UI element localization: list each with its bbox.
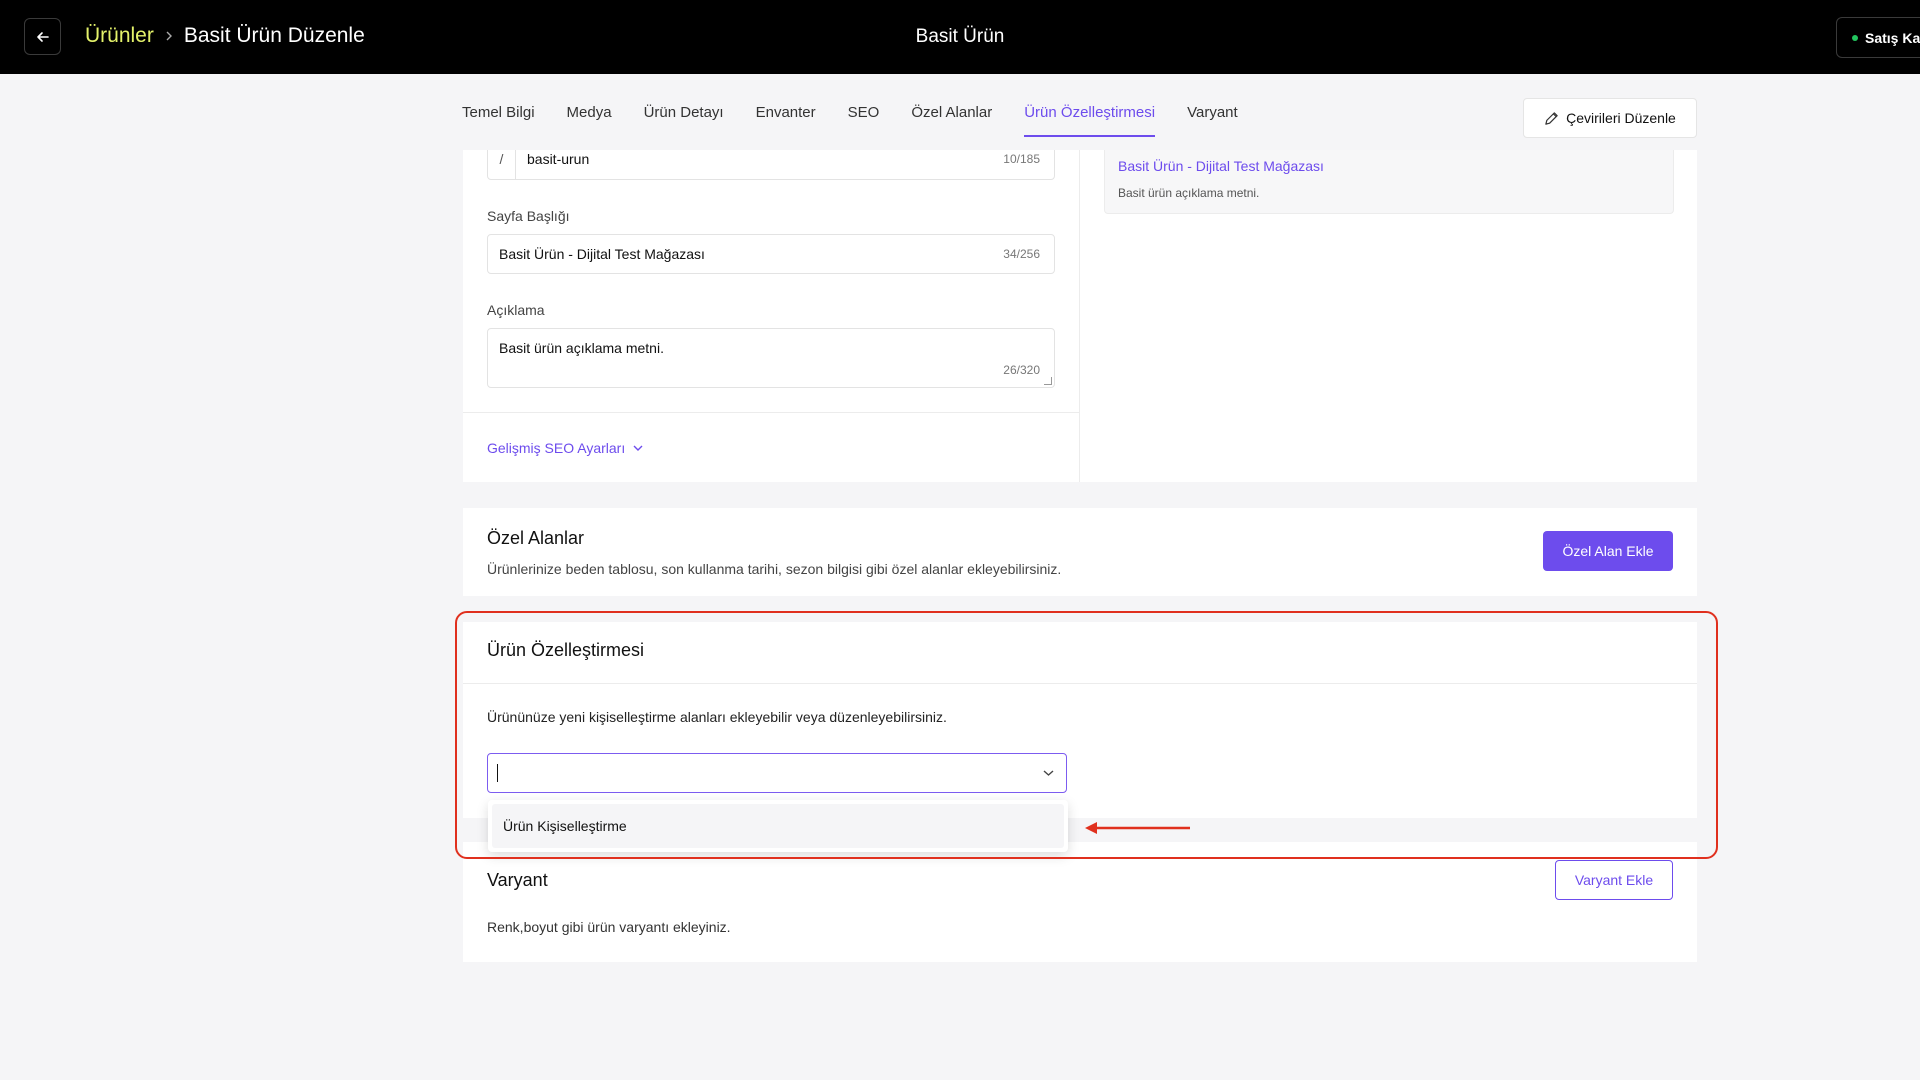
status-dot-icon [1852,34,1858,41]
description-value: Basit ürün açıklama metni. [499,340,664,356]
url-prefix: / [488,150,516,179]
page-title-value: Basit Ürün - Dijital Test Mağazası [499,246,705,262]
sales-channel-label: Satış Ka [1865,29,1920,46]
tab-temel-bilgi[interactable]: Temel Bilgi [462,104,535,137]
seo-card: / basit-urun 10/185 Sayfa Başlığı Basit … [463,150,1697,482]
description-textarea[interactable]: Basit ürün açıklama metni. 26/320 [487,328,1055,388]
tab-ozel-alanlar[interactable]: Özel Alanlar [911,104,992,137]
page-title-label: Sayfa Başlığı [487,208,570,224]
description-label: Açıklama [487,302,545,318]
search-preview: Basit Ürün - Dijital Test Mağazası Basit… [1104,150,1674,214]
custom-fields-subtitle: Ürünlerinize beden tablosu, son kullanma… [487,561,1062,577]
advanced-seo-link[interactable]: Gelişmiş SEO Ayarları [487,440,643,456]
url-slug-value: basit-urun [527,151,590,167]
custom-fields-title: Özel Alanlar [487,528,585,548]
variant-card: Varyant Renk,boyut gibi ürün varyantı ek… [463,842,1697,962]
tab-envanter[interactable]: Envanter [756,104,816,137]
advanced-seo-label: Gelişmiş SEO Ayarları [487,440,626,456]
pencil-icon [1545,111,1558,125]
preview-title: Basit Ürün - Dijital Test Mağazası [1118,158,1324,174]
url-char-count: 10/185 [1003,152,1040,166]
tab-bar: Temel Bilgi Medya Ürün Detayı Envanter S… [462,104,1270,137]
top-bar: Ürünler Basit Ürün Düzenle Basit Ürün Sa… [0,0,1920,74]
tab-varyant[interactable]: Varyant [1187,104,1238,137]
tab-seo[interactable]: SEO [848,104,880,137]
resize-handle-icon[interactable] [1044,377,1052,385]
description-char-count: 26/320 [1003,363,1040,377]
page-title-char-count: 34/256 [1003,247,1040,261]
url-slug-field[interactable]: / basit-urun 10/185 [487,150,1055,180]
variant-subtitle: Renk,boyut gibi ürün varyantı ekleyiniz. [487,919,731,935]
chevron-down-icon [633,445,643,451]
divider [463,412,1079,413]
column-divider [1079,150,1080,482]
variant-title: Varyant [487,870,548,890]
sales-channel-button[interactable]: Satış Ka [1836,17,1920,58]
tab-urun-detayi[interactable]: Ürün Detayı [644,104,724,137]
edit-translations-label: Çevirileri Düzenle [1566,110,1676,126]
edit-translations-button[interactable]: Çevirileri Düzenle [1523,98,1697,138]
page-title: Basit Ürün [915,26,1005,47]
custom-fields-card: Özel Alanlar Ürünlerinize beden tablosu,… [463,508,1697,596]
tab-urun-ozellestirmesi[interactable]: Ürün Özelleştirmesi [1024,104,1156,137]
preview-description: Basit ürün açıklama metni. [1118,186,1260,200]
page-title-input[interactable]: Basit Ürün - Dijital Test Mağazası 34/25… [487,234,1055,274]
add-custom-field-button[interactable]: Özel Alan Ekle [1543,531,1673,571]
annotation-arrow-icon [1085,822,1190,834]
tab-medya[interactable]: Medya [567,104,612,137]
add-variant-button[interactable]: Varyant Ekle [1555,860,1673,900]
